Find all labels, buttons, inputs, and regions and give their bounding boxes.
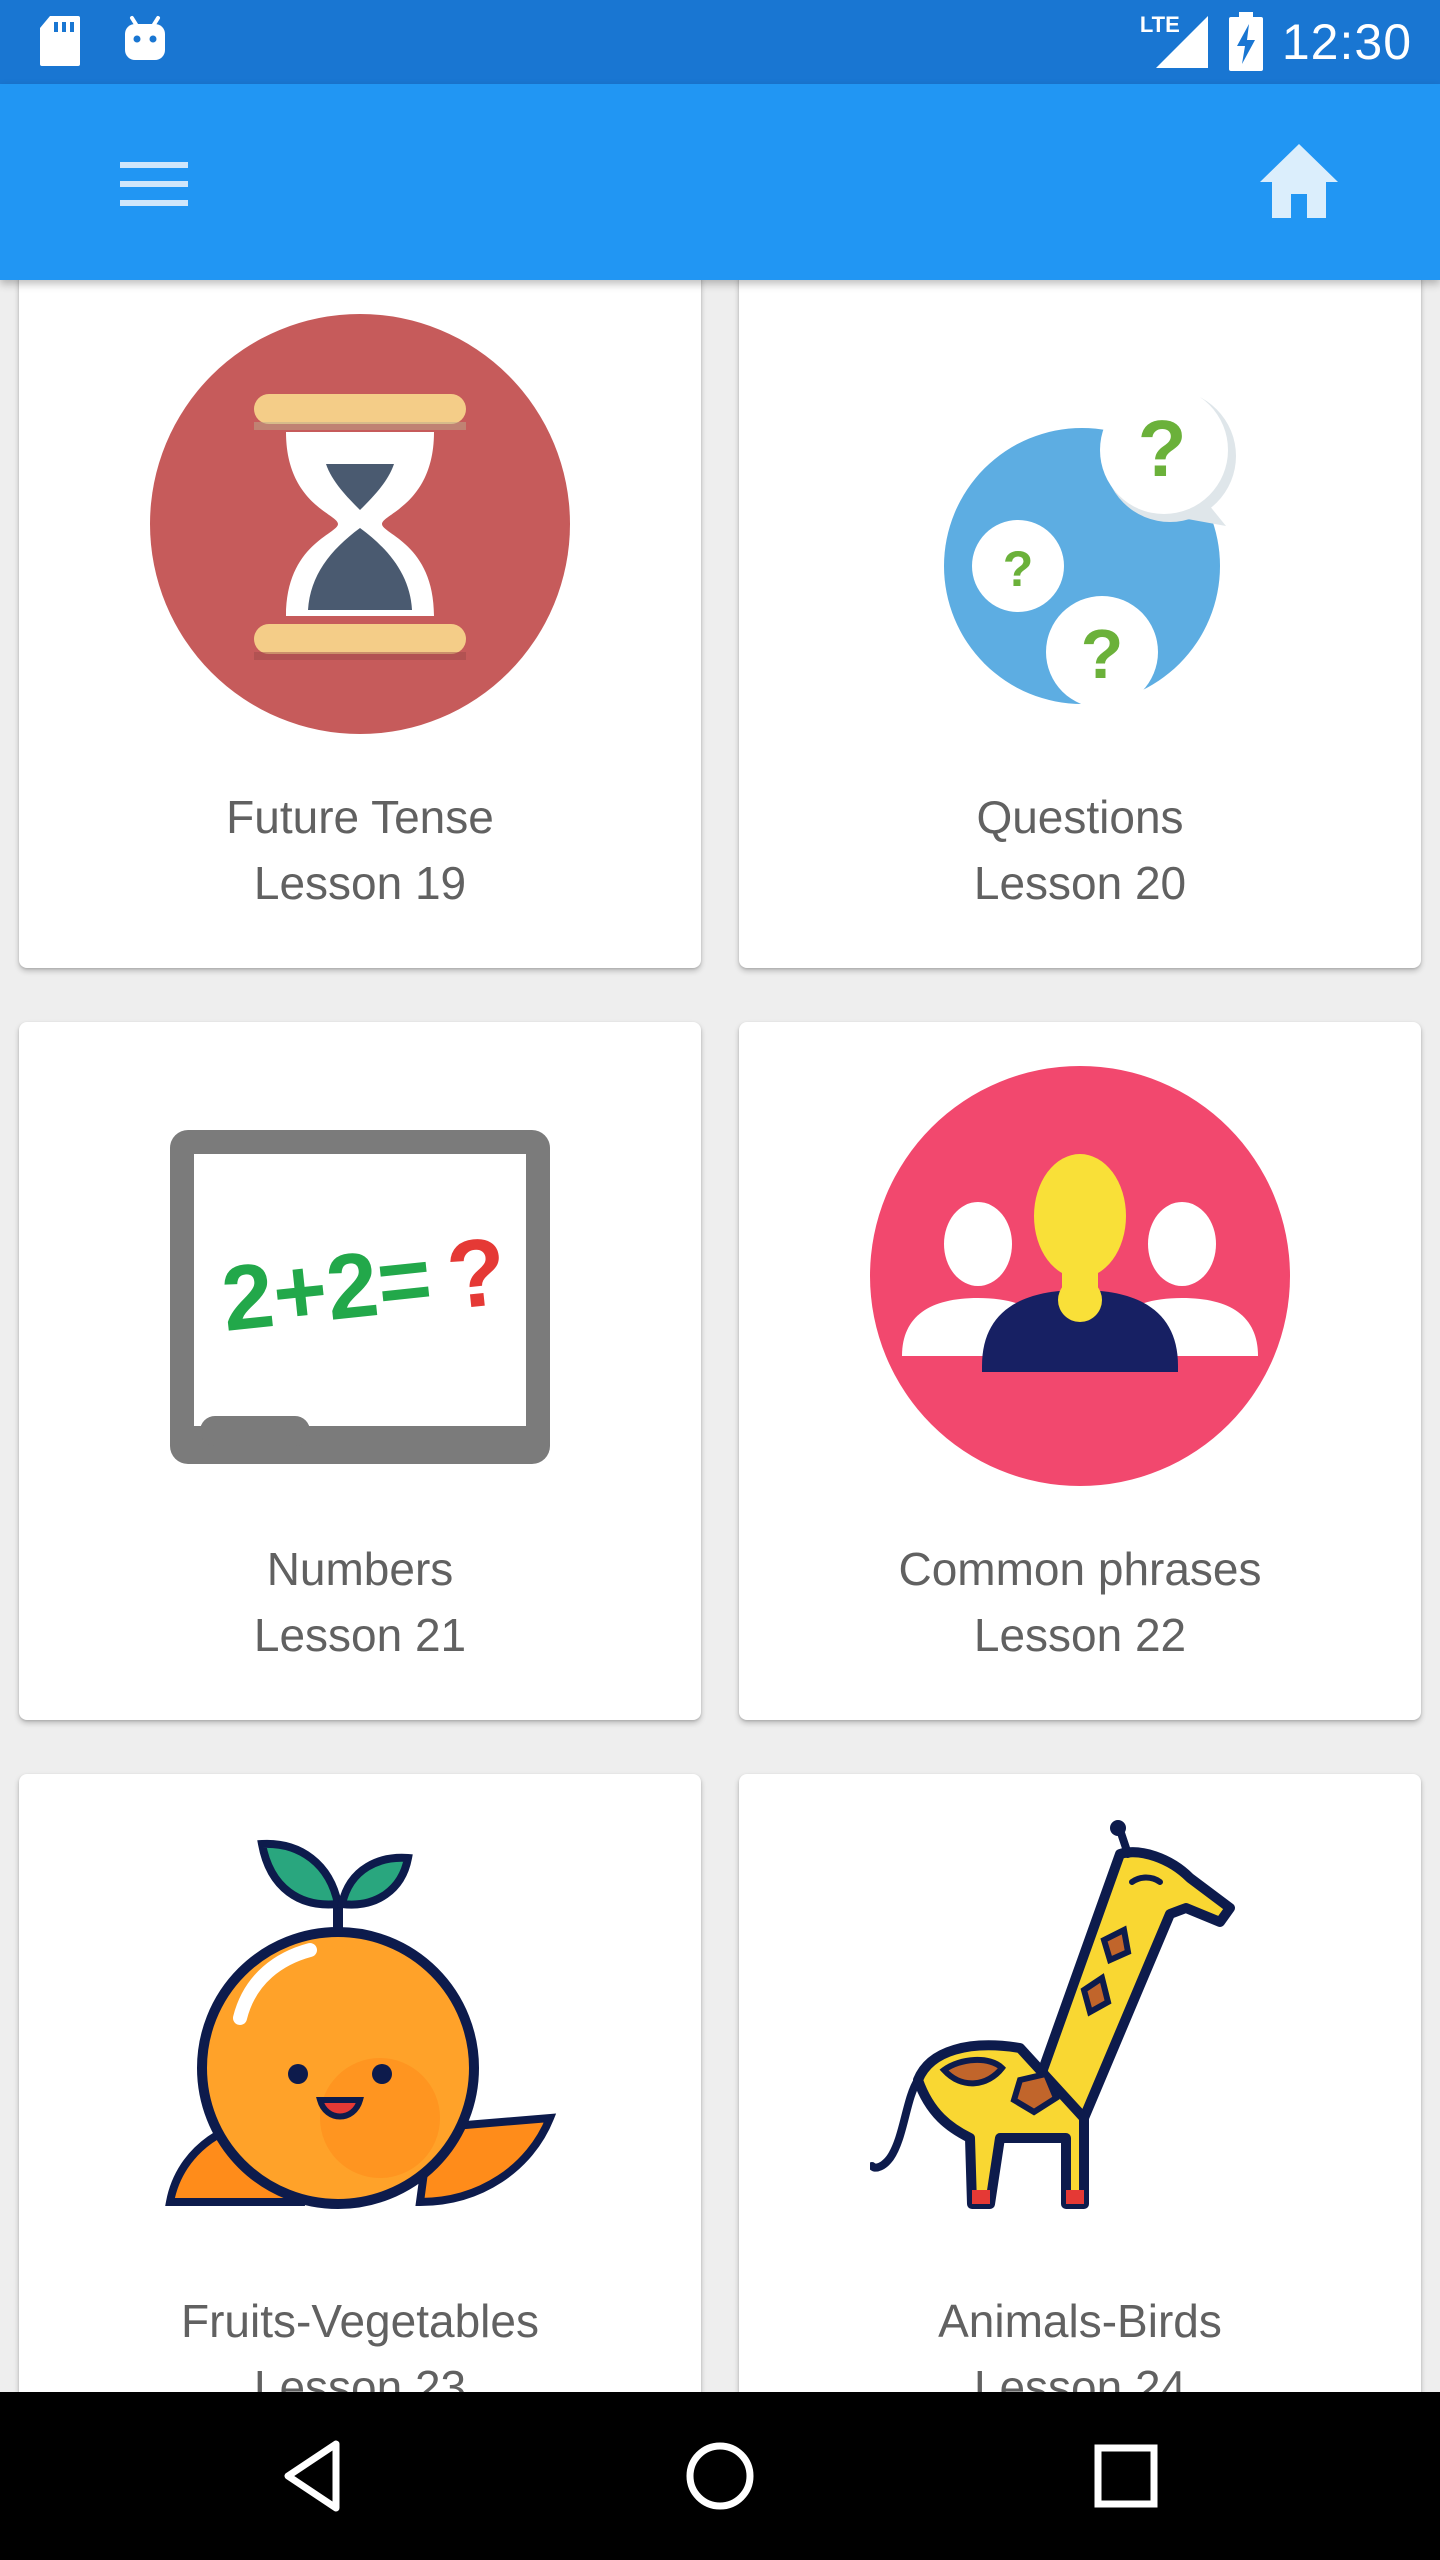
lesson-number: Lesson 21 [253,1609,467,1661]
lesson-title: Questions [976,791,1184,843]
people-group-icon [870,1066,1290,1486]
battery-charging-icon [1228,12,1263,71]
lesson-card-future-tense[interactable]: Future Tense Lesson 19 [19,280,701,968]
lesson-title: Animals-Birds [938,2295,1222,2347]
lesson-card-common-phrases[interactable]: Common phrases Lesson 22 [739,1022,1421,1720]
lesson-card-questions[interactable]: ? ? ? Questions Lesson 20 [739,280,1421,968]
lesson-card-animals-birds[interactable]: Animals-Birds Lesson 24 [739,1774,1421,2392]
status-bar: LTE 12:30 [0,0,1440,84]
lesson-title: Common phrases [898,1543,1262,1595]
question-bubbles-icon: ? ? ? [944,386,1236,708]
network-label: LTE [1139,12,1180,37]
android-icon [125,16,165,60]
lesson-number: Lesson 19 [253,857,467,909]
back-button[interactable] [276,2436,356,2516]
home-circle-icon [686,2442,754,2510]
back-icon [284,2440,340,2512]
hourglass-icon [150,314,570,734]
lesson-number: Lesson 23 [253,2361,467,2392]
lesson-number: Lesson 24 [973,2361,1187,2392]
lesson-card-fruits-vegetables[interactable]: Fruits-Vegetables Lesson 23 [19,1774,701,2392]
lesson-title: Fruits-Vegetables [181,2295,539,2347]
lesson-number: Lesson 20 [973,857,1187,909]
system-nav-bar [0,2392,1440,2560]
home-button[interactable] [1254,138,1344,228]
menu-button[interactable] [106,148,202,220]
lesson-title: Numbers [266,1543,454,1595]
giraffe-icon [870,1820,1235,2209]
home-icon [1260,144,1338,218]
lesson-title: Future Tense [226,791,494,843]
svg-text:?: ? [1081,615,1124,693]
status-time: 12:30 [1281,14,1412,70]
svg-text:2+2=: 2+2= [217,1227,436,1350]
lesson-card-numbers[interactable]: 2+2= ? Numbers Lesson 21 [19,1022,701,1720]
menu-icon [120,162,188,206]
recents-button[interactable] [1086,2436,1166,2516]
svg-text:?: ? [1138,404,1187,493]
svg-text:?: ? [1003,541,1034,597]
sd-card-icon [40,16,80,66]
app-bar [0,84,1440,280]
home-nav-button[interactable] [680,2436,760,2516]
svg-text:?: ? [442,1217,512,1330]
whiteboard-math-icon: 2+2= ? [170,1130,550,1464]
recents-icon [1094,2444,1158,2508]
orange-fruit-icon [165,1839,557,2209]
lesson-grid: Future Tense Lesson 19 ? ? ? Questions L… [0,280,1440,2392]
lesson-number: Lesson 22 [973,1609,1187,1661]
